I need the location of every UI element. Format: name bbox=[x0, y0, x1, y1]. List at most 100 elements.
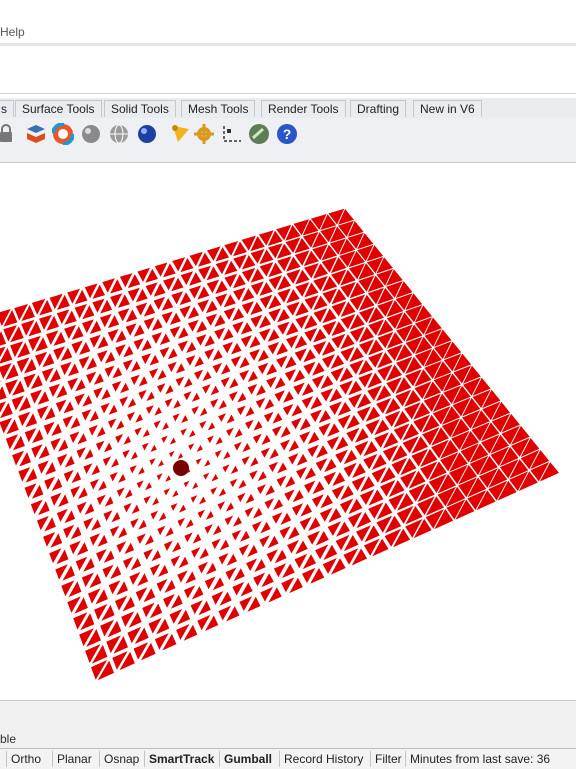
tab-tools-truncated[interactable]: s bbox=[0, 100, 14, 117]
mesh-triangle bbox=[218, 488, 226, 497]
mesh-triangle bbox=[210, 385, 220, 396]
tab-render-tools[interactable]: Render Tools bbox=[261, 100, 346, 117]
mesh-triangle bbox=[116, 420, 125, 430]
mesh-triangle bbox=[191, 406, 199, 415]
wireframe-sphere-icon[interactable] bbox=[108, 123, 130, 145]
mesh-triangle bbox=[301, 383, 314, 396]
mesh-triangle bbox=[177, 517, 186, 527]
tab-mesh-tools[interactable]: Mesh Tools bbox=[181, 100, 256, 117]
mesh-triangle bbox=[267, 342, 280, 355]
mesh-triangle bbox=[163, 488, 170, 496]
mesh-triangle bbox=[276, 475, 287, 487]
mesh-triangle bbox=[204, 524, 213, 534]
mesh-triangle bbox=[257, 349, 269, 362]
mesh-triangle bbox=[107, 329, 119, 342]
mesh-triangle bbox=[259, 535, 270, 548]
perspective-viewport[interactable] bbox=[0, 163, 576, 700]
mesh-triangle bbox=[169, 326, 181, 338]
mesh-triangle bbox=[266, 363, 278, 376]
status-osnap[interactable]: Osnap bbox=[99, 751, 143, 767]
mesh-triangle bbox=[136, 533, 146, 544]
mesh-triangle bbox=[199, 496, 206, 505]
status-smarttrack[interactable]: SmartTrack bbox=[144, 751, 218, 767]
mesh-triangle bbox=[268, 461, 279, 473]
mesh-triangle bbox=[274, 390, 285, 402]
mesh-triangle bbox=[192, 482, 199, 490]
mesh-triangle bbox=[199, 407, 208, 417]
mesh-triangle bbox=[240, 530, 250, 542]
mesh-triangle bbox=[167, 348, 178, 360]
mesh-triangle bbox=[211, 538, 221, 550]
tab-drafting[interactable]: Drafting bbox=[350, 100, 407, 117]
layer-material-icon[interactable] bbox=[25, 123, 47, 145]
mesh-triangle bbox=[291, 417, 302, 430]
mesh-triangle bbox=[184, 532, 193, 543]
mesh-triangle bbox=[284, 369, 296, 382]
mesh-triangle bbox=[221, 364, 231, 375]
mesh-triangle bbox=[104, 496, 114, 507]
mesh-triangle bbox=[191, 392, 200, 402]
mesh-triangle bbox=[177, 452, 183, 460]
status-planar[interactable]: Planar bbox=[52, 751, 96, 767]
tab-solid-tools[interactable]: Solid Tools bbox=[104, 100, 176, 117]
gear-settings-icon[interactable] bbox=[193, 123, 215, 145]
mesh-triangle bbox=[58, 494, 69, 507]
mesh-triangle bbox=[97, 336, 109, 349]
help-icon[interactable]: ? bbox=[276, 123, 298, 145]
command-input[interactable] bbox=[0, 74, 576, 94]
mesh-triangle bbox=[310, 396, 323, 410]
mesh-triangle bbox=[183, 391, 192, 401]
color-wheel-icon[interactable] bbox=[51, 122, 75, 146]
mesh-triangle bbox=[157, 369, 167, 380]
mesh-triangle bbox=[97, 534, 108, 547]
status-record-history[interactable]: Record History bbox=[279, 751, 367, 767]
mesh-triangle bbox=[261, 434, 271, 445]
mesh-triangle bbox=[77, 433, 87, 445]
mesh-triangle bbox=[304, 480, 316, 494]
status-ortho[interactable]: Ortho bbox=[6, 751, 45, 767]
mesh-triangle bbox=[247, 544, 258, 557]
mesh-triangle bbox=[142, 442, 149, 451]
light-spot-icon[interactable] bbox=[170, 123, 192, 145]
mesh-triangle bbox=[157, 460, 164, 467]
shaded-sphere-icon[interactable] bbox=[80, 123, 102, 145]
mesh-triangle bbox=[212, 349, 223, 361]
mesh-triangle bbox=[172, 541, 182, 553]
status-gumball[interactable]: Gumball bbox=[219, 751, 276, 767]
mesh-triangle bbox=[240, 322, 253, 335]
grasshopper-icon[interactable] bbox=[248, 123, 270, 145]
mesh-triangle bbox=[183, 378, 193, 388]
mesh-triangle bbox=[81, 409, 92, 421]
attractor-point[interactable] bbox=[173, 460, 189, 476]
lock-icon[interactable] bbox=[0, 123, 20, 145]
mesh-triangle bbox=[259, 328, 271, 341]
mesh-triangle bbox=[95, 440, 105, 451]
mesh-triangle bbox=[230, 465, 239, 474]
dimension-icon[interactable] bbox=[221, 123, 243, 145]
mesh-triangle bbox=[123, 556, 134, 569]
mesh-triangle bbox=[185, 519, 194, 529]
mesh-triangle bbox=[134, 427, 142, 436]
mesh-triangle bbox=[218, 413, 226, 422]
mesh-triangle bbox=[231, 355, 241, 367]
status-filter[interactable]: Filter bbox=[370, 751, 406, 767]
tab-new-in-v6[interactable]: New in V6 bbox=[413, 100, 482, 117]
mesh-triangle bbox=[260, 447, 270, 458]
mesh-triangle bbox=[234, 441, 242, 451]
rendered-sphere-icon[interactable] bbox=[136, 123, 158, 145]
mesh-triangle bbox=[175, 376, 185, 387]
mesh-triangle bbox=[237, 405, 246, 416]
tab-surface-tools[interactable]: Surface Tools bbox=[15, 100, 102, 117]
mesh-triangle bbox=[165, 475, 171, 482]
mesh-triangle bbox=[307, 431, 320, 445]
mesh-triangle bbox=[196, 334, 207, 346]
mesh-triangle bbox=[98, 480, 107, 491]
mesh-triangle bbox=[279, 526, 291, 539]
mesh-triangle bbox=[272, 425, 282, 437]
mesh-triangle bbox=[178, 327, 189, 339]
mesh-triangle bbox=[135, 413, 143, 423]
mesh-triangle bbox=[74, 393, 85, 406]
menu-help[interactable]: Help bbox=[0, 25, 25, 39]
mesh-triangle bbox=[180, 428, 187, 436]
mesh-triangle bbox=[142, 429, 150, 438]
